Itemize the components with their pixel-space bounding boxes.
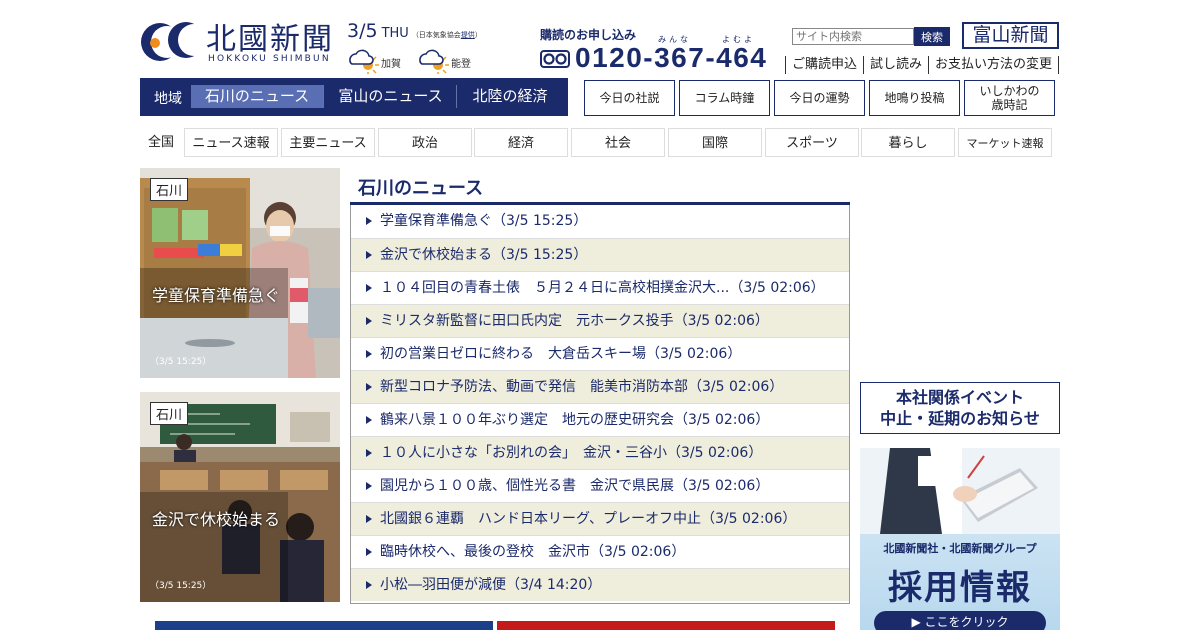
editorial-button[interactable]: 今日の社説 — [584, 80, 675, 116]
recruit-title: 採用情報 — [888, 568, 1032, 608]
payment-change-link[interactable]: お支払い方法の変更 — [928, 56, 1060, 74]
featured-photo-1[interactable]: 石川 学童保育準備急ぐ （3/5 15:25） — [140, 168, 340, 378]
news-item[interactable]: 初の営業日ゼロに終わる 大倉岳スキー場（3/5 02:06） — [351, 337, 849, 370]
news-item[interactable]: １０４回目の青春土俵 ５月２４日に高校相撲金沢大...（3/5 02:06） — [351, 271, 849, 304]
bullet-icon — [366, 548, 372, 556]
tab-hokuriku-economy[interactable]: 北陸の経済 — [458, 85, 562, 108]
category-politics[interactable]: 政治 — [378, 128, 472, 157]
news-item[interactable]: 新型コロナ予防法、動画で発信 能美市消防本部（3/5 02:06） — [351, 370, 849, 403]
logo-mark-icon — [141, 22, 204, 61]
category-society[interactable]: 社会 — [571, 128, 665, 157]
category-breaking[interactable]: ニュース速報 — [184, 128, 278, 157]
horoscope-button[interactable]: 今日の運勢 — [774, 80, 865, 116]
photo-time: （3/5 15:25） — [150, 357, 212, 367]
bullet-icon — [366, 581, 372, 589]
news-section-title: 石川のニュース — [358, 178, 484, 199]
subscribe-link[interactable]: ご購読申込 — [785, 56, 863, 74]
featured-photo-2[interactable]: 石川 金沢で休校始まる （3/5 15:25） — [140, 392, 340, 602]
site-search-input[interactable] — [792, 28, 914, 45]
recruit-click-button[interactable]: ▶ ここをクリック — [874, 611, 1046, 630]
cloudy-sunny-icon — [349, 49, 379, 74]
category-international[interactable]: 国際 — [668, 128, 762, 157]
bullet-icon — [366, 284, 372, 292]
category-living[interactable]: 暮らし — [861, 128, 955, 157]
news-item[interactable]: 鶴来八景１００年ぶり選定 地元の歴史研究会（3/5 02:06） — [351, 403, 849, 436]
recruit-banner[interactable]: 北國新聞社・北國新聞グループ 採用情報 ▶ ここをクリック — [860, 448, 1060, 630]
weather-kaga[interactable]: 加賀 — [346, 44, 426, 74]
photo-time: （3/5 15:25） — [150, 581, 212, 591]
bullet-icon — [366, 482, 372, 490]
news-item[interactable]: 金沢で休校始まる（3/5 15:25） — [351, 238, 849, 271]
region-tag: 石川 — [150, 402, 189, 425]
bullet-icon — [366, 317, 372, 325]
bullet-icon — [366, 383, 372, 391]
toyama-shimbun-link[interactable]: 富山新聞 — [962, 22, 1059, 49]
tab-toyama-news[interactable]: 富山のニュース — [325, 85, 457, 108]
news-item[interactable]: 北國銀６連覇 ハンド日本リーグ、プレーオフ中止（3/5 02:06） — [351, 502, 849, 535]
phone-number: 0120-367-464 — [575, 42, 768, 73]
news-list: 学童保育準備急ぐ（3/5 15:25） 金沢で休校始まる（3/5 15:25） … — [350, 205, 850, 604]
site-logo[interactable]: 北國新聞 HOKKOKU SHIMBUN — [140, 16, 340, 66]
freedial-icon — [540, 50, 570, 68]
column-jisho-button[interactable]: コラム時鐘 — [679, 80, 770, 116]
weather-region-label: 加賀 — [381, 59, 401, 70]
category-sports[interactable]: スポーツ — [765, 128, 859, 157]
category-main[interactable]: 主要ニュース — [281, 128, 375, 157]
news-item[interactable]: 小松―羽田便が減便（3/4 14:20） — [351, 568, 849, 601]
region-label: 地域 — [154, 91, 182, 107]
bullet-icon — [366, 416, 372, 424]
tab-ishikawa-news[interactable]: 石川のニュース — [191, 85, 324, 108]
bullet-icon — [366, 217, 372, 225]
news-item[interactable]: 園児から１００歳、個性光る書 金沢で県民展（3/5 02:06） — [351, 469, 849, 502]
trial-link[interactable]: 試し読み — [863, 56, 928, 74]
event-cancellation-notice[interactable]: 本社関係イベント 中止・延期のお知らせ — [860, 382, 1060, 434]
bottom-banner-right[interactable] — [497, 621, 835, 630]
photo-title: 学童保育準備急ぐ — [152, 286, 281, 305]
logo-subtitle: HOKKOKU SHIMBUN — [208, 54, 331, 64]
weather-date: 3/5 THU （日本気象協会提供） — [347, 20, 482, 42]
news-item[interactable]: ミリスタ新監督に田口氏内定 元ホークス投手（3/5 02:06） — [351, 304, 849, 337]
news-item[interactable]: 学童保育準備急ぐ（3/5 15:25） — [351, 205, 849, 238]
logo-title: 北國新聞 — [206, 22, 334, 57]
weather-region-label: 能登 — [451, 59, 471, 70]
weather-noto[interactable]: 能登 — [416, 44, 496, 74]
category-economy[interactable]: 経済 — [474, 128, 568, 157]
bottom-banner-left[interactable] — [155, 621, 493, 630]
search-button[interactable]: 検索 — [914, 27, 950, 46]
cloudy-sunny-icon — [419, 49, 449, 74]
weather-source-link[interactable]: 提供 — [461, 31, 475, 39]
category-market[interactable]: マーケット速報 — [958, 128, 1052, 157]
subscribe-title: 購読のお申し込み — [540, 28, 637, 42]
reader-post-button[interactable]: 地鳴り投稿 — [869, 80, 960, 116]
news-item[interactable]: １０人に小さな「お別れの会」 金沢・三谷小（3/5 02:06） — [351, 436, 849, 469]
region-nav: 地域 石川のニュース 富山のニュース 北陸の経済 — [140, 78, 568, 116]
region-tag: 石川 — [150, 178, 189, 201]
bullet-icon — [366, 515, 372, 523]
news-item[interactable]: 臨時休校へ、最後の登校 金沢市（3/5 02:06） — [351, 535, 849, 568]
category-national-label: 全国 — [140, 128, 182, 157]
bullet-icon — [366, 251, 372, 259]
bullet-icon — [366, 449, 372, 457]
header-links: ご購読申込 試し読み お支払い方法の変更 — [785, 56, 1060, 74]
seasonal-calendar-button[interactable]: いしかわの 歳時記 — [964, 80, 1055, 116]
photo-title: 金沢で休校始まる — [152, 510, 281, 529]
recruit-subtitle: 北國新聞社・北國新聞グループ — [883, 542, 1037, 555]
bullet-icon — [366, 350, 372, 358]
